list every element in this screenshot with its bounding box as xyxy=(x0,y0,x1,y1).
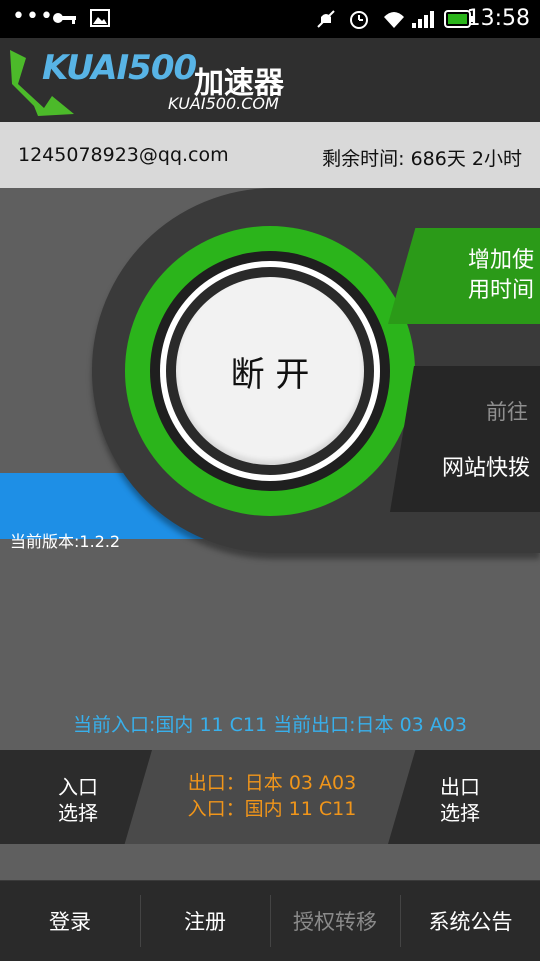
account-email: 1245078923@qq.com xyxy=(18,144,229,166)
exit-select-line1: 出口 xyxy=(440,775,480,799)
logo-url: KUAI500.COM xyxy=(168,94,279,113)
add-time-line2: 用时间 xyxy=(467,278,534,303)
transfer-label: 授权转移 xyxy=(293,910,377,934)
status-bar: ••• 13:58 xyxy=(0,0,540,38)
exit-select-button[interactable]: 出口 选择 xyxy=(388,750,540,844)
image-icon xyxy=(90,9,110,27)
logo-text: KUAI500 xyxy=(42,48,197,88)
account-bar: 1245078923@qq.com 剩余时间: 686天 2小时 xyxy=(0,122,540,188)
quick-dial-button[interactable]: 前往 网站快拨 xyxy=(390,366,540,512)
clock: 13:58 xyxy=(466,6,530,31)
alarm-icon xyxy=(350,11,368,29)
signal-icon xyxy=(412,11,434,28)
current-nodes: 出口：日本 03 A03 入口：国内 11 C11 xyxy=(152,770,392,822)
notice-label: 系统公告 xyxy=(428,910,513,934)
disconnect-button[interactable]: 断 开 xyxy=(176,277,364,465)
exit-select-line2: 选择 xyxy=(440,801,480,825)
add-time-line1: 增加使 xyxy=(467,248,534,273)
transfer-button[interactable]: 授权转移 xyxy=(271,881,399,961)
version-label: 当前版本:1.2.2 xyxy=(10,532,121,551)
key-icon xyxy=(53,13,76,24)
register-label: 注册 xyxy=(184,910,226,934)
disconnect-label: 断 开 xyxy=(230,354,310,395)
entry-select-button[interactable]: 入口 选择 xyxy=(0,750,152,844)
entry-select-line1: 入口 xyxy=(58,775,98,799)
main-panel: 当前版本:1.2.2 断 开 增加使 用时间 前往 网站快拨 当前入口:国内 1… xyxy=(0,188,540,748)
more-dots-icon: ••• xyxy=(12,4,54,29)
node-selector: 入口 选择 出口：日本 03 A03 入口：国内 11 C11 出口 选择 xyxy=(0,750,540,844)
goto-label: 前往 xyxy=(486,400,528,424)
register-button[interactable]: 注册 xyxy=(141,881,269,961)
bottom-nav: 登录 注册 授权转移 系统公告 xyxy=(0,880,540,961)
entry-select-line2: 选择 xyxy=(58,801,98,825)
wifi-icon xyxy=(384,12,404,28)
notice-button[interactable]: 系统公告 xyxy=(401,881,540,961)
remaining-time: 剩余时间: 686天 2小时 xyxy=(322,148,522,170)
login-button[interactable]: 登录 xyxy=(0,881,140,961)
login-label: 登录 xyxy=(49,910,91,934)
current-exit: 出口：日本 03 A03 xyxy=(187,772,357,794)
connection-status: 当前入口:国内 11 C11 当前出口:日本 03 A03 xyxy=(73,714,467,736)
quick-dial-label: 网站快拨 xyxy=(441,456,530,481)
app-header: KUAI500 加速器 KUAI500.COM xyxy=(0,38,540,122)
mute-icon xyxy=(317,10,335,28)
current-entry: 入口：国内 11 C11 xyxy=(187,798,357,820)
